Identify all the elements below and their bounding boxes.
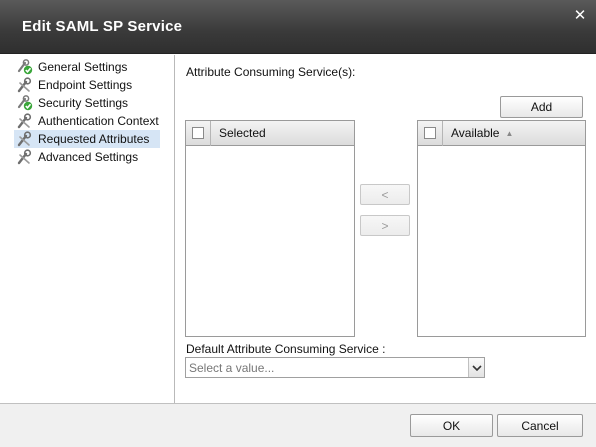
default-service-label: Default Attribute Consuming Service :	[186, 342, 386, 356]
available-list[interactable]: Available ▲	[417, 120, 586, 337]
default-service-placeholder: Select a value...	[189, 361, 275, 375]
selected-list[interactable]: Selected	[185, 120, 355, 337]
tool-icon	[16, 131, 34, 147]
close-icon[interactable]: ✕	[572, 8, 588, 24]
selected-column-header[interactable]: Selected	[219, 126, 266, 140]
check-tool-icon	[16, 59, 34, 75]
sidebar-item-general-settings[interactable]: General Settings	[14, 58, 160, 76]
chevron-down-icon[interactable]	[468, 358, 484, 377]
available-column-header[interactable]: Available	[451, 126, 499, 140]
tool-icon	[16, 113, 34, 129]
requested-attributes-panel: Attribute Consuming Service(s): Add Sele…	[176, 55, 596, 403]
select-all-cell	[186, 120, 211, 146]
ok-button[interactable]: OK	[410, 414, 493, 437]
default-service-select[interactable]: Select a value...	[185, 357, 485, 378]
select-all-selected-checkbox[interactable]	[192, 127, 204, 139]
dialog-titlebar: Edit SAML SP Service ✕	[0, 0, 596, 54]
dialog-title: Edit SAML SP Service	[22, 18, 183, 35]
sidebar-item-advanced-settings[interactable]: Advanced Settings	[14, 148, 160, 166]
sidebar-item-authentication-context[interactable]: Authentication Context	[14, 112, 160, 130]
add-button[interactable]: Add	[500, 96, 583, 118]
sidebar-item-requested-attributes[interactable]: Requested Attributes	[14, 130, 160, 148]
settings-sidebar: General Settings Endpoint Settings Secur…	[0, 55, 175, 403]
sidebar-item-label: Endpoint Settings	[38, 78, 133, 92]
select-all-cell	[418, 120, 443, 146]
sidebar-item-label: Requested Attributes	[38, 132, 150, 146]
sidebar-item-endpoint-settings[interactable]: Endpoint Settings	[14, 76, 160, 94]
move-left-button[interactable]: <	[360, 184, 410, 205]
sidebar-item-label: Advanced Settings	[38, 150, 139, 164]
sidebar-item-label: Security Settings	[38, 96, 129, 110]
check-tool-icon	[16, 95, 34, 111]
selected-list-header: Selected	[186, 120, 354, 146]
available-list-header: Available ▲	[418, 120, 585, 146]
sidebar-item-label: General Settings	[38, 60, 128, 74]
tool-icon	[16, 77, 34, 93]
sidebar-item-label: Authentication Context	[38, 114, 159, 128]
select-all-available-checkbox[interactable]	[424, 127, 436, 139]
move-right-button[interactable]: >	[360, 215, 410, 236]
sidebar-item-security-settings[interactable]: Security Settings	[14, 94, 160, 112]
tool-icon	[16, 149, 34, 165]
cancel-button[interactable]: Cancel	[497, 414, 583, 437]
sort-ascending-icon[interactable]: ▲	[505, 129, 513, 138]
section-label: Attribute Consuming Service(s):	[186, 65, 356, 79]
dialog-footer: OK Cancel	[0, 403, 596, 447]
